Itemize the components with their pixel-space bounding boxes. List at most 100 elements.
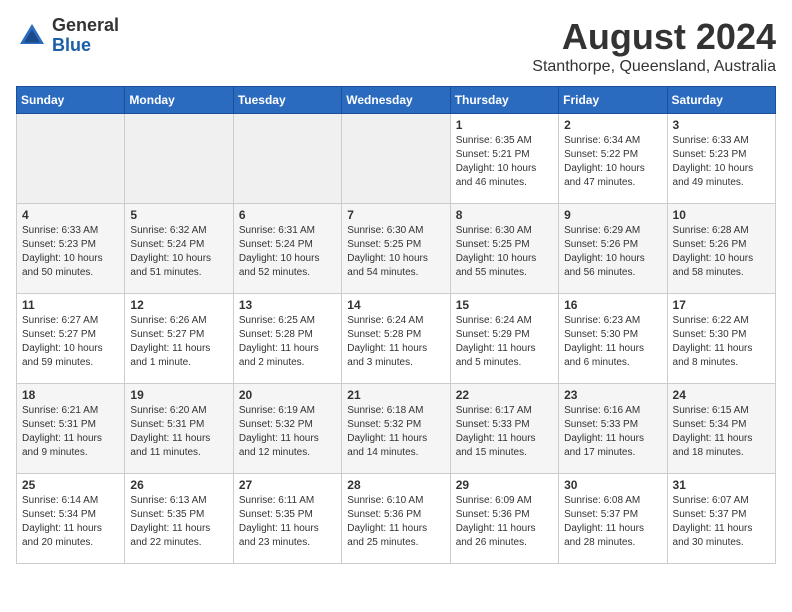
logo: General Blue <box>16 16 119 56</box>
table-row: 20 Sunrise: 6:19 AM Sunset: 5:32 PM Dayli… <box>233 384 341 474</box>
day-number: 28 <box>347 478 444 492</box>
table-row: 4Sunrise: 6:33 AM Sunset: 5:23 PM Daylig… <box>17 204 125 294</box>
day-info: Sunrise: 6:19 AM Sunset: 5:32 PM Dayligh… <box>239 404 336 460</box>
day-number: 15 <box>456 298 553 312</box>
day-info: Sunrise: 6:28 AM Sunset: 5:26 PM Dayligh… <box>673 224 770 280</box>
day-info: Sunrise: 6:08 AM Sunset: 5:37 PM Dayligh… <box>564 494 661 550</box>
table-row: 3 Sunrise: 6:33 AM Sunset: 5:23 PM Daylig… <box>667 114 775 204</box>
table-row: 5Sunrise: 6:32 AM Sunset: 5:24 PM Daylig… <box>125 204 233 294</box>
day-number: 3 <box>673 118 770 132</box>
day-number: 10 <box>673 208 770 222</box>
day-number: 1 <box>456 118 553 132</box>
table-row: 13Sunrise: 6:25 AM Sunset: 5:28 PM Dayli… <box>233 294 341 384</box>
table-row: 21Sunrise: 6:18 AM Sunset: 5:32 PM Dayli… <box>342 384 450 474</box>
day-number: 19 <box>130 388 227 402</box>
day-info: Sunrise: 6:18 AM Sunset: 5:32 PM Dayligh… <box>347 404 444 460</box>
day-info: Sunrise: 6:07 AM Sunset: 5:37 PM Dayligh… <box>673 494 770 550</box>
table-row: 31 Sunrise: 6:07 AM Sunset: 5:37 PM Dayli… <box>667 474 775 564</box>
day-info: Sunrise: 6:22 AM Sunset: 5:30 PM Dayligh… <box>673 314 770 370</box>
day-number: 18 <box>22 388 119 402</box>
day-number: 23 <box>564 388 661 402</box>
table-row: 28 Sunrise: 6:10 AM Sunset: 5:36 PM Dayli… <box>342 474 450 564</box>
table-row: 11 Sunrise: 6:27 AM Sunset: 5:27 PM Dayli… <box>17 294 125 384</box>
day-info: Sunrise: 6:31 AM Sunset: 5:24 PM Dayligh… <box>239 224 336 280</box>
header-friday: Friday <box>559 87 667 114</box>
day-number: 31 <box>673 478 770 492</box>
day-number: 11 <box>22 298 119 312</box>
day-number: 9 <box>564 208 661 222</box>
header-saturday: Saturday <box>667 87 775 114</box>
day-number: 16 <box>564 298 661 312</box>
table-row: 15 Sunrise: 6:24 AM Sunset: 5:29 PM Dayli… <box>450 294 558 384</box>
day-info: Sunrise: 6:21 AM Sunset: 5:31 PM Dayligh… <box>22 404 119 460</box>
day-info: Sunrise: 6:15 AM Sunset: 5:34 PM Dayligh… <box>673 404 770 460</box>
day-number: 13 <box>239 298 336 312</box>
day-info: Sunrise: 6:11 AM Sunset: 5:35 PM Dayligh… <box>239 494 336 550</box>
day-number: 12 <box>130 298 227 312</box>
day-info: Sunrise: 6:30 AM Sunset: 5:25 PM Dayligh… <box>456 224 553 280</box>
day-info: Sunrise: 6:27 AM Sunset: 5:27 PM Dayligh… <box>22 314 119 370</box>
day-info: Sunrise: 6:13 AM Sunset: 5:35 PM Dayligh… <box>130 494 227 550</box>
location: Stanthorpe, Queensland, Australia <box>532 58 776 76</box>
day-info: Sunrise: 6:35 AM Sunset: 5:21 PM Dayligh… <box>456 134 553 190</box>
day-number: 17 <box>673 298 770 312</box>
calendar-body: 1 Sunrise: 6:35 AM Sunset: 5:21 PM Daylig… <box>17 114 776 564</box>
day-number: 27 <box>239 478 336 492</box>
day-info: Sunrise: 6:34 AM Sunset: 5:22 PM Dayligh… <box>564 134 661 190</box>
table-row: 9 Sunrise: 6:29 AM Sunset: 5:26 PM Daylig… <box>559 204 667 294</box>
calendar-table: Sunday Monday Tuesday Wednesday Thursday… <box>16 86 776 564</box>
table-row: 19 Sunrise: 6:20 AM Sunset: 5:31 PM Dayli… <box>125 384 233 474</box>
table-row: 8 Sunrise: 6:30 AM Sunset: 5:25 PM Daylig… <box>450 204 558 294</box>
day-info: Sunrise: 6:20 AM Sunset: 5:31 PM Dayligh… <box>130 404 227 460</box>
table-row: 24Sunrise: 6:15 AM Sunset: 5:34 PM Dayli… <box>667 384 775 474</box>
day-number: 14 <box>347 298 444 312</box>
table-row: 12 Sunrise: 6:26 AM Sunset: 5:27 PM Dayli… <box>125 294 233 384</box>
table-row: 1 Sunrise: 6:35 AM Sunset: 5:21 PM Daylig… <box>450 114 558 204</box>
table-row: 16 Sunrise: 6:23 AM Sunset: 5:30 PM Dayli… <box>559 294 667 384</box>
day-number: 5 <box>130 208 227 222</box>
table-row: 27 Sunrise: 6:11 AM Sunset: 5:35 PM Dayli… <box>233 474 341 564</box>
day-info: Sunrise: 6:23 AM Sunset: 5:30 PM Dayligh… <box>564 314 661 370</box>
page-header: General Blue August 2024 Stanthorpe, Que… <box>16 16 776 76</box>
day-number: 25 <box>22 478 119 492</box>
table-row <box>125 114 233 204</box>
day-number: 6 <box>239 208 336 222</box>
day-number: 30 <box>564 478 661 492</box>
table-row: 23Sunrise: 6:16 AM Sunset: 5:33 PM Dayli… <box>559 384 667 474</box>
day-info: Sunrise: 6:14 AM Sunset: 5:34 PM Dayligh… <box>22 494 119 550</box>
header-thursday: Thursday <box>450 87 558 114</box>
logo-blue-text: Blue <box>52 35 91 55</box>
table-row: 25 Sunrise: 6:14 AM Sunset: 5:34 PM Dayli… <box>17 474 125 564</box>
day-info: Sunrise: 6:10 AM Sunset: 5:36 PM Dayligh… <box>347 494 444 550</box>
day-info: Sunrise: 6:24 AM Sunset: 5:28 PM Dayligh… <box>347 314 444 370</box>
day-number: 26 <box>130 478 227 492</box>
table-row: 26 Sunrise: 6:13 AM Sunset: 5:35 PM Dayli… <box>125 474 233 564</box>
day-number: 2 <box>564 118 661 132</box>
logo-icon <box>16 20 48 52</box>
day-info: Sunrise: 6:24 AM Sunset: 5:29 PM Dayligh… <box>456 314 553 370</box>
header-monday: Monday <box>125 87 233 114</box>
day-info: Sunrise: 6:29 AM Sunset: 5:26 PM Dayligh… <box>564 224 661 280</box>
table-row: 29 Sunrise: 6:09 AM Sunset: 5:36 PM Dayli… <box>450 474 558 564</box>
table-row: 6 Sunrise: 6:31 AM Sunset: 5:24 PM Daylig… <box>233 204 341 294</box>
day-number: 7 <box>347 208 444 222</box>
table-row: 30 Sunrise: 6:08 AM Sunset: 5:37 PM Dayli… <box>559 474 667 564</box>
header-wednesday: Wednesday <box>342 87 450 114</box>
day-info: Sunrise: 6:09 AM Sunset: 5:36 PM Dayligh… <box>456 494 553 550</box>
day-number: 29 <box>456 478 553 492</box>
table-row: 17 Sunrise: 6:22 AM Sunset: 5:30 PM Dayli… <box>667 294 775 384</box>
day-info: Sunrise: 6:26 AM Sunset: 5:27 PM Dayligh… <box>130 314 227 370</box>
day-number: 20 <box>239 388 336 402</box>
table-row <box>17 114 125 204</box>
table-row <box>233 114 341 204</box>
logo-general-text: General <box>52 15 119 35</box>
header-sunday: Sunday <box>17 87 125 114</box>
day-number: 8 <box>456 208 553 222</box>
table-row: 18 Sunrise: 6:21 AM Sunset: 5:31 PM Dayli… <box>17 384 125 474</box>
table-row: 10 Sunrise: 6:28 AM Sunset: 5:26 PM Dayli… <box>667 204 775 294</box>
day-info: Sunrise: 6:33 AM Sunset: 5:23 PM Dayligh… <box>22 224 119 280</box>
day-info: Sunrise: 6:33 AM Sunset: 5:23 PM Dayligh… <box>673 134 770 190</box>
table-row: 7Sunrise: 6:30 AM Sunset: 5:25 PM Daylig… <box>342 204 450 294</box>
table-row: 2 Sunrise: 6:34 AM Sunset: 5:22 PM Daylig… <box>559 114 667 204</box>
month-year: August 2024 <box>532 16 776 58</box>
